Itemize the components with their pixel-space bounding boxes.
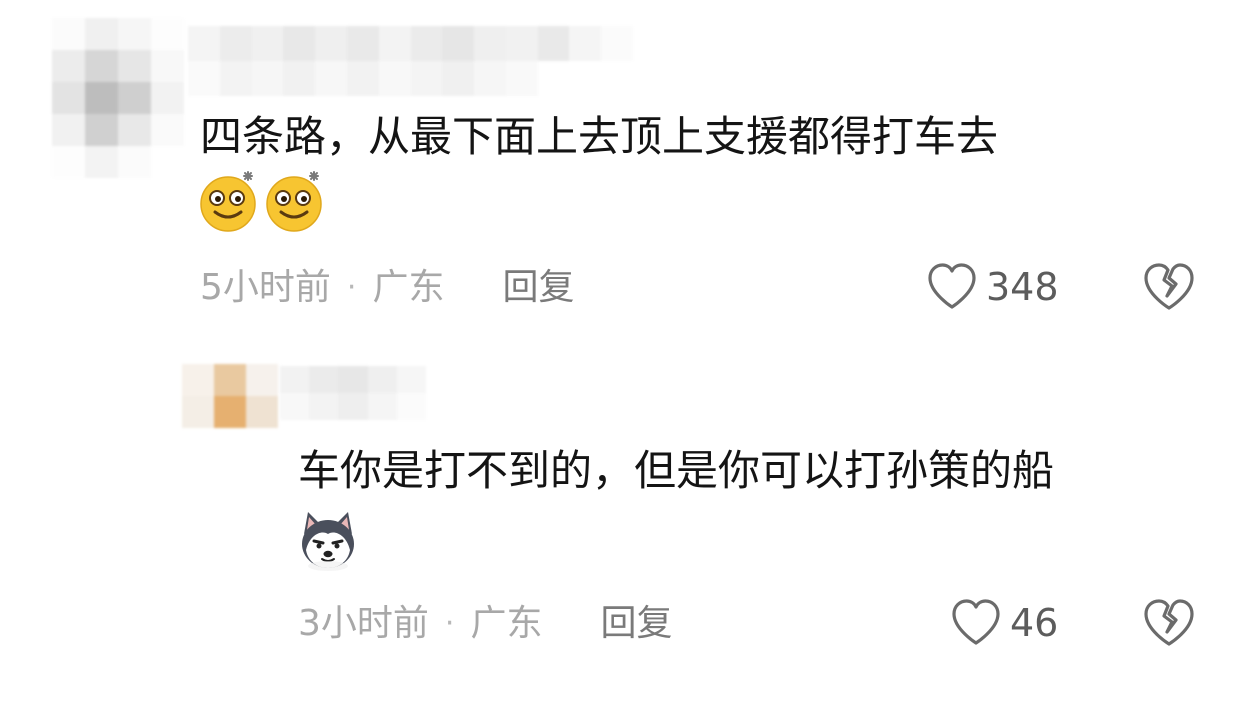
commenter-avatar-pixelated[interactable] bbox=[182, 364, 278, 428]
heart-icon[interactable] bbox=[950, 598, 1002, 648]
comment-text: 四条路，从最下面上去顶上支援都得打车去 bbox=[200, 112, 999, 161]
commenter-name-pixelated[interactable] bbox=[188, 26, 633, 96]
broken-heart-icon[interactable] bbox=[1142, 262, 1196, 312]
husky-dog-emoji-icon bbox=[302, 512, 354, 571]
comment-meta: 3小时前 · 广东 回复 bbox=[298, 602, 672, 646]
comment-text: 车你是打不到的，但是你可以打孙策的船 bbox=[298, 446, 1055, 495]
reply-button[interactable]: 回复 bbox=[600, 602, 672, 646]
comment-time: 3小时前 bbox=[298, 603, 429, 644]
dizzy-smile-emoji-icon bbox=[200, 171, 256, 232]
separator-dot: · bbox=[346, 270, 357, 305]
commenter-avatar-pixelated[interactable] bbox=[52, 18, 184, 178]
like-count: 46 bbox=[1010, 601, 1059, 645]
like-button[interactable]: 46 bbox=[950, 598, 1058, 648]
broken-heart-icon[interactable] bbox=[1142, 598, 1196, 648]
comment-location: 广东 bbox=[372, 267, 445, 308]
commenter-name-pixelated[interactable] bbox=[280, 366, 426, 420]
emoji-row bbox=[296, 508, 360, 572]
heart-icon[interactable] bbox=[926, 262, 978, 312]
dizzy-smile-emoji-icon bbox=[266, 171, 322, 232]
like-button[interactable]: 348 bbox=[926, 262, 1059, 312]
emoji-row bbox=[198, 168, 326, 232]
like-count: 348 bbox=[986, 265, 1059, 309]
comment-location: 广东 bbox=[470, 603, 543, 644]
separator-dot: · bbox=[444, 606, 455, 641]
comment-time: 5小时前 bbox=[200, 267, 331, 308]
comment-meta: 5小时前 · 广东 回复 bbox=[200, 266, 574, 310]
reply-button[interactable]: 回复 bbox=[502, 266, 574, 310]
